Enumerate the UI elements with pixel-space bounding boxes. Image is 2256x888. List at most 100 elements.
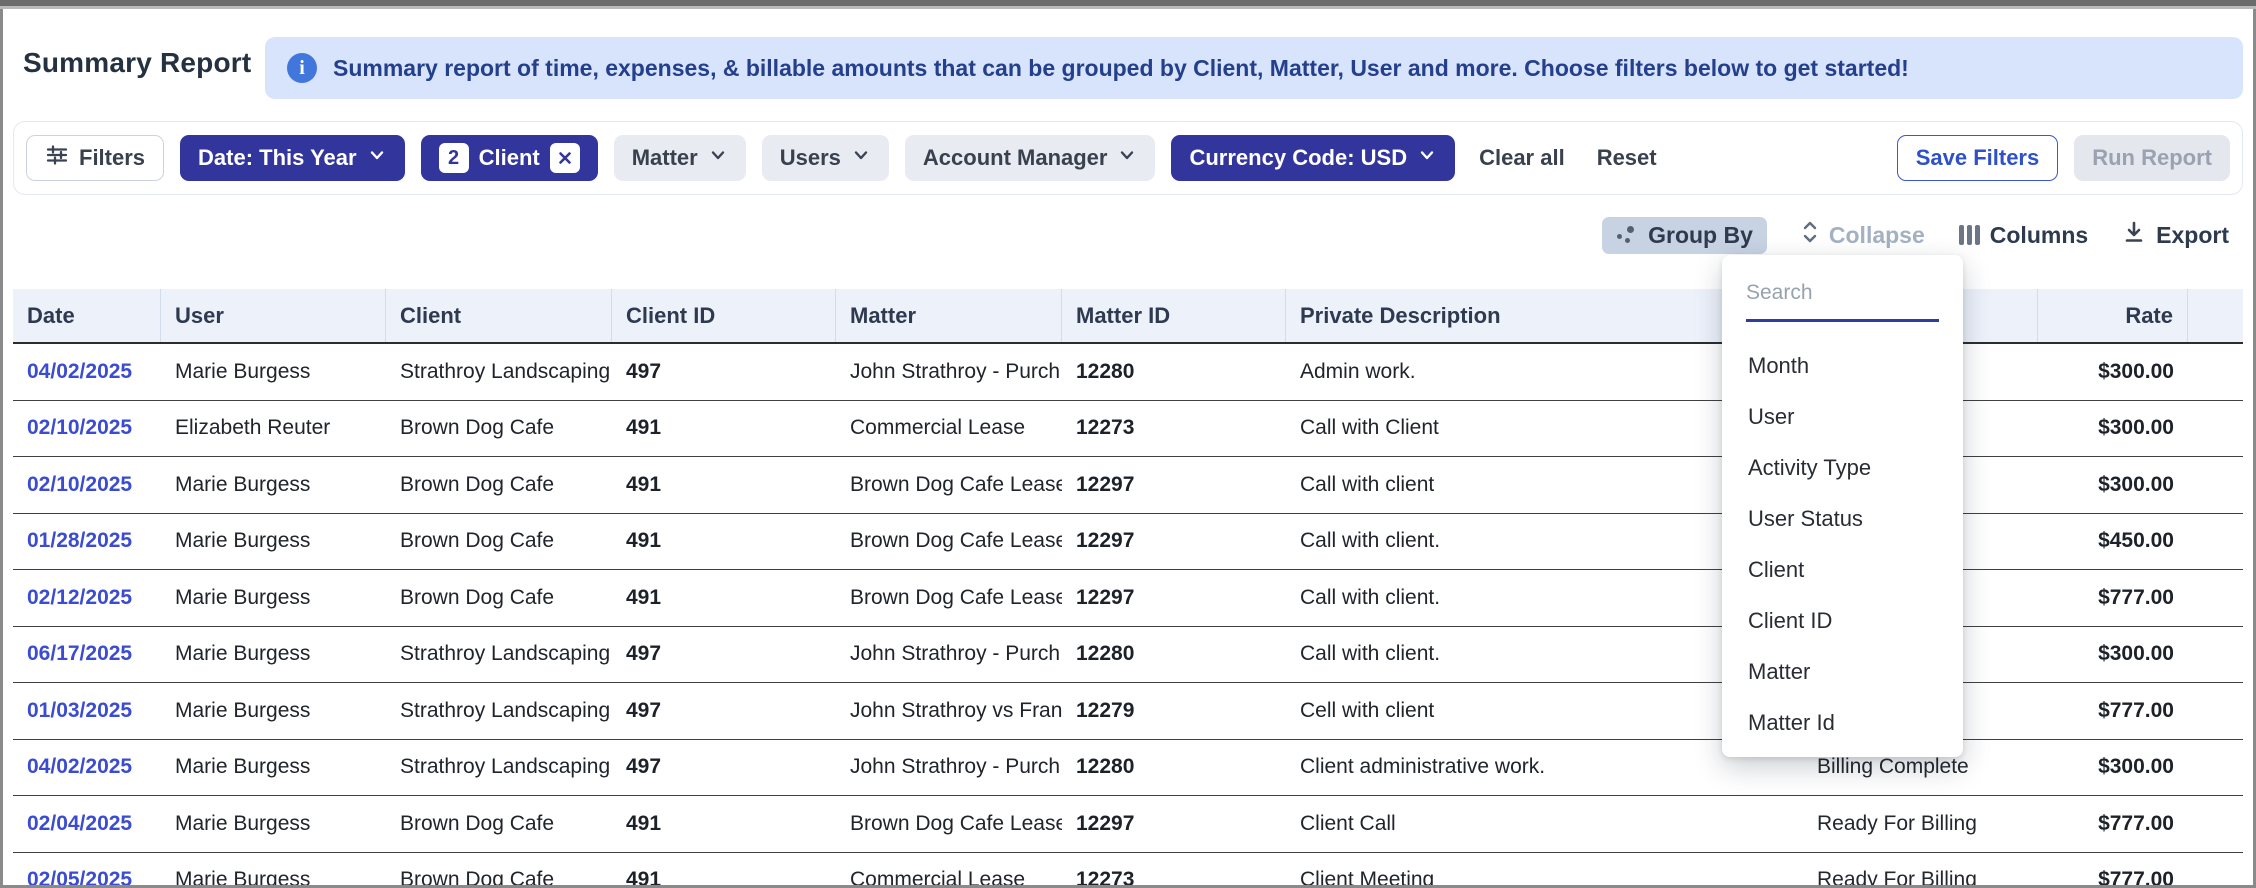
filters-button[interactable]: Filters bbox=[26, 135, 165, 181]
remove-client-filter-icon[interactable] bbox=[549, 143, 580, 173]
filter-pill-account-manager[interactable]: Account Manager bbox=[904, 135, 1156, 181]
date-link[interactable]: 02/10/2025 bbox=[27, 473, 132, 497]
chevron-down-icon bbox=[851, 145, 871, 171]
export-label: Export bbox=[2156, 221, 2229, 248]
group-by-menu-item[interactable]: User Status bbox=[1722, 493, 1963, 544]
matter-id-cell: 12279 bbox=[1076, 698, 1135, 722]
group-by-button[interactable]: Group By bbox=[1602, 216, 1767, 254]
user-cell: Marie Burgess bbox=[175, 698, 311, 722]
user-cell: Marie Burgess bbox=[175, 642, 311, 666]
filters-button-label: Filters bbox=[79, 145, 146, 170]
rate-cell: $777.00 bbox=[2098, 868, 2174, 885]
matter-id-cell: 12273 bbox=[1076, 868, 1135, 885]
matter-cell: Brown Dog Cafe Lease bbox=[850, 585, 1062, 609]
rate-cell: $300.00 bbox=[2098, 642, 2174, 666]
column-header-matter-id[interactable]: Matter ID bbox=[1062, 289, 1286, 342]
date-link[interactable]: 02/04/2025 bbox=[27, 812, 132, 836]
date-link[interactable]: 04/02/2025 bbox=[27, 755, 132, 779]
column-header-date[interactable]: Date bbox=[13, 289, 161, 342]
status-cell: Ready For Billing bbox=[1817, 811, 1977, 835]
collapse-button[interactable]: Collapse bbox=[1801, 219, 1925, 251]
client-cell: Strathroy Landscaping bbox=[400, 698, 611, 722]
client-cell: Brown Dog Cafe bbox=[400, 416, 555, 440]
group-by-menu-item[interactable]: Matter Id bbox=[1722, 697, 1963, 748]
user-cell: Marie Burgess bbox=[175, 868, 311, 885]
date-link[interactable]: 06/17/2025 bbox=[27, 642, 132, 666]
filter-pill-currency-code-label: Currency Code: USD bbox=[1189, 145, 1408, 170]
spacer-cell bbox=[2188, 457, 2243, 513]
chevron-down-icon bbox=[367, 145, 387, 171]
run-report-button[interactable]: Run Report bbox=[2074, 135, 2230, 181]
export-button[interactable]: Export bbox=[2122, 220, 2229, 250]
filter-bar: Filters Date: This Year 2 Client Matter … bbox=[13, 121, 2243, 195]
window-title-bar-highlight bbox=[0, 6, 2256, 9]
rate-cell: $777.00 bbox=[2098, 585, 2174, 609]
column-header-matter[interactable]: Matter bbox=[836, 289, 1062, 342]
client-cell: Brown Dog Cafe bbox=[400, 585, 555, 609]
group-by-search-input[interactable] bbox=[1746, 273, 1939, 322]
spacer-cell bbox=[2188, 514, 2243, 570]
client-id-cell: 491 bbox=[626, 585, 662, 609]
group-by-menu-item[interactable]: Month bbox=[1722, 340, 1963, 391]
matter-cell: John Strathroy - Purch... bbox=[850, 359, 1062, 383]
filter-pill-matter[interactable]: Matter bbox=[613, 135, 746, 181]
client-cell: Brown Dog Cafe bbox=[400, 472, 555, 496]
matter-id-cell: 12297 bbox=[1076, 811, 1135, 835]
column-header-user[interactable]: User bbox=[161, 289, 386, 342]
user-cell: Elizabeth Reuter bbox=[175, 416, 331, 440]
client-id-cell: 491 bbox=[626, 472, 662, 496]
clear-all-button[interactable]: Clear all bbox=[1471, 145, 1573, 171]
column-header-rate[interactable]: Rate bbox=[2038, 289, 2188, 342]
spacer-cell bbox=[2188, 344, 2243, 400]
client-cell: Brown Dog Cafe bbox=[400, 529, 555, 553]
user-cell: Marie Burgess bbox=[175, 359, 311, 383]
matter-cell: John Strathroy - Purch... bbox=[850, 755, 1062, 779]
client-id-cell: 497 bbox=[626, 642, 662, 666]
report-title-dropdown[interactable]: Summary Report bbox=[23, 47, 283, 79]
group-by-menu-item[interactable]: User bbox=[1722, 391, 1963, 442]
date-link[interactable]: 04/02/2025 bbox=[27, 360, 132, 384]
date-link[interactable]: 01/03/2025 bbox=[27, 699, 132, 723]
filter-pill-date-label: Date: This Year bbox=[198, 145, 357, 170]
filter-pill-currency-code[interactable]: Currency Code: USD bbox=[1171, 135, 1456, 181]
rate-cell: $300.00 bbox=[2098, 416, 2174, 440]
collapse-label: Collapse bbox=[1828, 221, 1925, 248]
filter-pill-client-label: Client bbox=[478, 145, 540, 170]
spacer-cell bbox=[2188, 683, 2243, 739]
filter-pill-client[interactable]: 2 Client bbox=[420, 135, 598, 181]
info-icon: i bbox=[287, 53, 317, 83]
column-header-client[interactable]: Client bbox=[386, 289, 612, 342]
rate-cell: $300.00 bbox=[2098, 472, 2174, 496]
app-window: Summary Report i Summary report of time,… bbox=[3, 9, 2253, 885]
filter-pill-date[interactable]: Date: This Year bbox=[180, 135, 405, 181]
group-by-menu-item[interactable]: Client bbox=[1722, 544, 1963, 595]
client-id-cell: 497 bbox=[626, 359, 662, 383]
date-link[interactable]: 02/10/2025 bbox=[27, 416, 132, 440]
group-by-menu-item[interactable]: Activity Type bbox=[1722, 442, 1963, 493]
date-link[interactable]: 02/05/2025 bbox=[27, 868, 132, 885]
group-by-menu-item[interactable]: Client ID bbox=[1722, 595, 1963, 646]
save-filters-button[interactable]: Save Filters bbox=[1896, 135, 2059, 181]
group-by-menu-item[interactable]: Matter bbox=[1722, 646, 1963, 697]
filter-pill-account-manager-label: Account Manager bbox=[922, 145, 1108, 170]
user-cell: Marie Burgess bbox=[175, 811, 311, 835]
date-link[interactable]: 02/12/2025 bbox=[27, 586, 132, 610]
column-header-client-id[interactable]: Client ID bbox=[612, 289, 836, 342]
columns-label: Columns bbox=[1989, 221, 2089, 248]
column-header-spacer bbox=[2188, 289, 2243, 342]
filter-actions: Save Filters Run Report bbox=[1896, 135, 2230, 181]
reset-button[interactable]: Reset bbox=[1588, 145, 1665, 171]
matter-cell: Brown Dog Cafe Lease bbox=[850, 472, 1062, 496]
date-link[interactable]: 01/28/2025 bbox=[27, 529, 132, 553]
spacer-cell bbox=[2188, 401, 2243, 457]
user-cell: Marie Burgess bbox=[175, 472, 311, 496]
filter-pill-matter-label: Matter bbox=[631, 145, 698, 170]
client-cell: Strathroy Landscaping bbox=[400, 642, 611, 666]
save-filters-label: Save Filters bbox=[1915, 145, 2040, 170]
rate-cell: $300.00 bbox=[2098, 755, 2174, 779]
user-cell: Marie Burgess bbox=[175, 529, 311, 553]
private-description-cell: Client Call bbox=[1300, 811, 1396, 835]
filter-pill-users[interactable]: Users bbox=[761, 135, 889, 181]
columns-button[interactable]: Columns bbox=[1958, 221, 2089, 249]
info-banner-text: Summary report of time, expenses, & bill… bbox=[333, 54, 1909, 81]
